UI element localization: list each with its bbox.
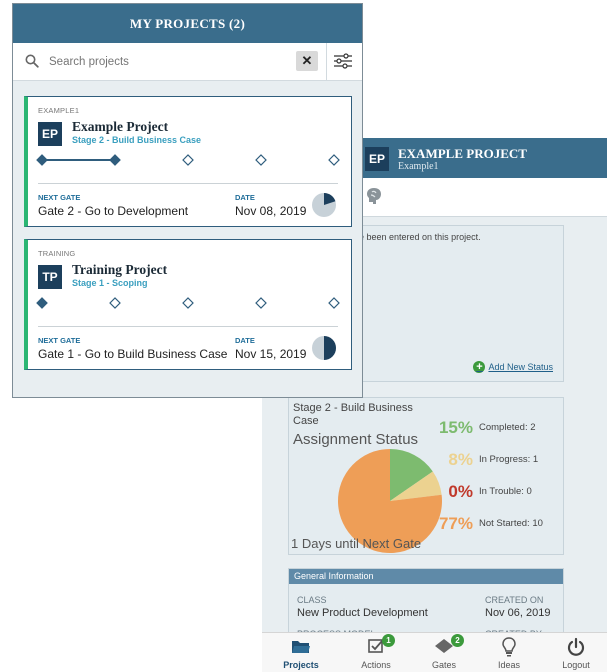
date-label: DATE <box>235 336 255 345</box>
assignment-status-card: Stage 2 - Build Business Case Assignment… <box>288 397 564 555</box>
general-information-header: General Information <box>289 569 563 584</box>
plus-icon: + <box>473 361 486 373</box>
search-bar: ✕ <box>13 43 362 81</box>
search-input[interactable] <box>47 52 291 72</box>
project-stage: Stage 2 - Build Business Case <box>72 135 202 145</box>
stat-in-progress: 8% In Progress: 1 <box>429 450 561 472</box>
days-until-gate: 1 Days until Next Gate <box>291 536 422 551</box>
nav-label: Ideas <box>497 660 521 670</box>
filter-sliders-icon[interactable] <box>333 52 353 75</box>
status-message: e been entered on this project. <box>359 232 481 242</box>
project-initials-badge: TP <box>38 265 62 289</box>
created-on-label: CREATED ON <box>485 595 544 605</box>
next-gate-label: NEXT GATE <box>38 336 81 345</box>
nav-label: Projects <box>283 660 319 670</box>
created-on-value: Nov 06, 2019 <box>485 607 551 619</box>
time-gauge-icon <box>312 193 336 217</box>
power-icon <box>546 637 606 659</box>
stage-diamond-icon <box>328 297 340 309</box>
nav-ideas[interactable]: Ideas <box>479 633 539 670</box>
my-projects-header: MY PROJECTS (2) <box>13 4 362 43</box>
nav-label: Gates <box>431 660 456 670</box>
gauge-fill <box>324 336 336 360</box>
detail-subtitle: Example1 <box>398 161 439 172</box>
brain-icon[interactable] <box>365 186 383 211</box>
class-label: CLASS <box>297 595 327 605</box>
diamond-icon: 2 <box>414 634 474 659</box>
search-icon <box>25 54 39 73</box>
project-card[interactable]: EXAMPLE1 EP Example Project Stage 2 - Bu… <box>24 96 352 227</box>
stat-pct: 8% <box>448 450 473 469</box>
nav-projects[interactable]: Projects <box>271 633 331 670</box>
nav-label: Logout <box>562 660 590 670</box>
search-divider <box>326 43 327 80</box>
stat-label: In Trouble: 0 <box>479 486 532 497</box>
project-initials-badge: EP <box>365 147 389 171</box>
project-name: Example Project <box>72 119 169 134</box>
checkbox-icon: 1 <box>346 634 406 659</box>
next-gate-value: Gate 1 - Go to Build Business Case <box>38 347 228 361</box>
stat-label: Completed: 2 <box>479 422 536 433</box>
add-new-status-label: Add New Status <box>488 362 553 372</box>
add-new-status-link[interactable]: + Add New Status <box>473 361 553 373</box>
nav-actions[interactable]: 1 Actions <box>346 633 406 670</box>
stat-pct: 0% <box>448 482 473 501</box>
class-value: New Product Development <box>297 607 428 619</box>
stage-diamond-icon <box>36 297 48 309</box>
folder-icon <box>271 637 331 659</box>
project-stage: Stage 1 - Scoping <box>72 278 148 288</box>
stat-completed: 15% Completed: 2 <box>429 418 561 440</box>
stat-label: In Progress: 1 <box>479 454 539 465</box>
project-category: EXAMPLE1 <box>38 106 80 115</box>
stat-label: Not Started: 10 <box>479 518 543 529</box>
date-label: DATE <box>235 193 255 202</box>
my-projects-panel: MY PROJECTS (2) ✕ EXAMPLE1 EP Example Pr… <box>12 3 363 398</box>
next-gate-value: Gate 2 - Go to Development <box>38 204 189 218</box>
time-gauge-icon <box>312 336 336 360</box>
stage-diamond-icon <box>109 297 121 309</box>
gates-count-badge: 2 <box>451 634 464 647</box>
stage-diamond-icon <box>36 154 48 166</box>
nav-logout[interactable]: Logout <box>546 633 606 670</box>
stage-diamond-icon <box>328 154 340 166</box>
card-divider <box>38 183 338 184</box>
nav-gates[interactable]: 2 Gates <box>414 633 474 670</box>
card-divider <box>38 326 338 327</box>
assignment-stage: Stage 2 - Build Business Case <box>293 402 413 427</box>
bottom-navigation: Projects 1 Actions 2 Gates Ideas Logout <box>262 632 607 672</box>
lightbulb-icon <box>479 637 539 659</box>
stage-diamond-icon <box>255 154 267 166</box>
stat-pct: 15% <box>438 418 473 437</box>
clear-search-button[interactable]: ✕ <box>296 51 318 71</box>
detail-title: EXAMPLE PROJECT <box>398 146 527 161</box>
nav-label: Actions <box>361 660 391 670</box>
stage-diamond-icon <box>182 154 194 166</box>
project-category: TRAINING <box>38 249 76 258</box>
actions-count-badge: 1 <box>382 634 395 647</box>
stage-progress-track <box>36 297 340 309</box>
stage-diamond-icon <box>182 297 194 309</box>
project-initials-badge: EP <box>38 122 62 146</box>
date-value: Nov 15, 2019 <box>235 347 307 361</box>
assignment-title: Assignment Status <box>293 431 419 448</box>
stage-diamond-icon <box>109 154 121 166</box>
project-name: Training Project <box>72 262 168 277</box>
stat-not-started: 77% Not Started: 10 <box>429 514 561 536</box>
project-card[interactable]: TRAINING TP Training Project Stage 1 - S… <box>24 239 352 370</box>
next-gate-label: NEXT GATE <box>38 193 81 202</box>
stage-progress-track <box>36 154 340 166</box>
stat-pct: 77% <box>438 514 473 533</box>
date-value: Nov 08, 2019 <box>235 204 307 218</box>
stat-in-trouble: 0% In Trouble: 0 <box>429 482 561 504</box>
stage-diamond-icon <box>255 297 267 309</box>
